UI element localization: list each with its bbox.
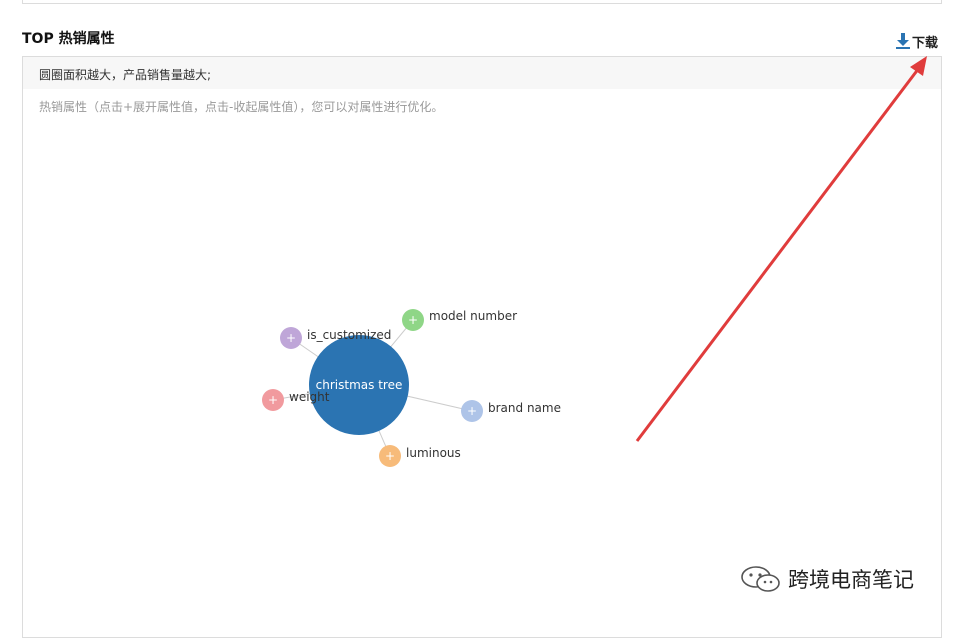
expand-icon[interactable]: + bbox=[385, 449, 395, 463]
node-label-brand-name: brand name bbox=[488, 401, 561, 415]
section-title: TOP 热销属性 bbox=[22, 31, 115, 47]
previous-section-box bbox=[22, 0, 942, 4]
wechat-icon bbox=[741, 566, 780, 592]
watermark: 跨境电商笔记 bbox=[740, 564, 914, 594]
download-button[interactable]: 下载 bbox=[896, 32, 939, 51]
node-label-weight: weight bbox=[289, 390, 330, 404]
attribute-graph[interactable]: christmas tree+ model number+ is_customize… bbox=[23, 57, 941, 623]
watermark-text: 跨境电商笔记 bbox=[788, 568, 914, 592]
expand-icon[interactable]: + bbox=[467, 404, 477, 418]
expand-icon[interactable]: + bbox=[268, 393, 278, 407]
expand-icon[interactable]: + bbox=[408, 313, 418, 327]
node-label-is-customized: is_customized bbox=[307, 328, 391, 342]
download-icon bbox=[896, 33, 910, 49]
node-label-luminous: luminous bbox=[406, 446, 461, 460]
expand-icon[interactable]: + bbox=[286, 331, 296, 345]
hot-attributes-panel: 圆圈面积越大，产品销售量越大; 热销属性（点击+展开属性值，点击-收起属性值），… bbox=[22, 56, 942, 638]
download-label: 下载 bbox=[912, 35, 939, 51]
node-label-model-number: model number bbox=[429, 309, 517, 323]
